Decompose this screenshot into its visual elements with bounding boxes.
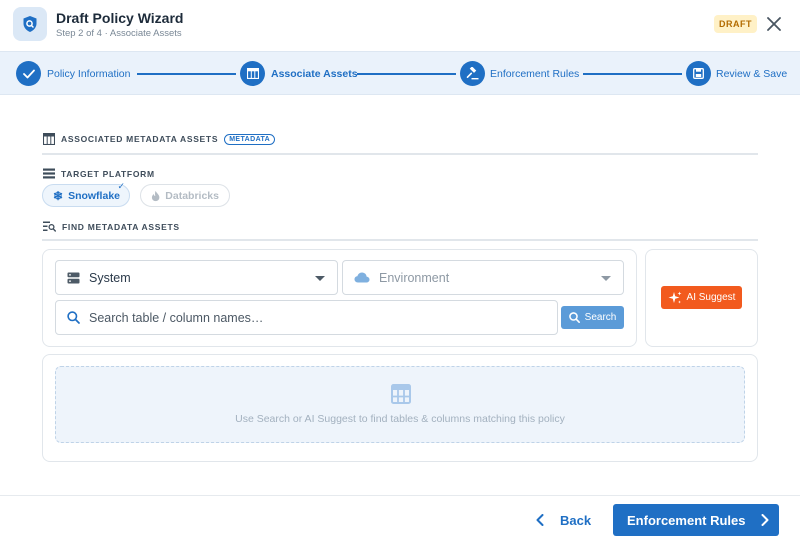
policy-shield-icon [13,7,47,41]
system-select-value: System [89,270,131,285]
environment-select-value: Environment [379,270,450,285]
flame-icon [151,190,160,201]
step-4-label[interactable]: Review & Save [716,68,787,80]
step-2-circle[interactable] [240,61,265,86]
status-badge: DRAFT [714,15,757,33]
save-icon [693,68,704,79]
step-3-circle[interactable] [460,61,485,86]
environment-select[interactable]: Environment [342,260,624,295]
section-divider [42,153,758,155]
step-2-label[interactable]: Associate Assets [271,68,358,80]
check-icon [22,69,35,78]
table-icon [391,384,411,404]
chevron-down-icon [315,276,325,281]
step-subtitle: Step 2 of 4 · Associate Assets [56,28,182,39]
close-icon [767,17,781,31]
search-icon [67,311,80,324]
close-button[interactable] [764,13,784,35]
search-list-icon [43,221,56,232]
next-step-button[interactable]: Enforcement Rules [613,504,779,536]
metadata-tag: METADATA [224,133,276,145]
search-button-label: Search [584,312,617,323]
platform-section-title: TARGET PLATFORM [61,168,155,179]
step-1-label[interactable]: Policy Information [47,68,130,80]
next-step-label: Enforcement Rules [627,512,746,528]
search-field[interactable] [55,300,558,335]
wizard-stepper: Policy Information Associate Assets Enfo… [0,51,800,95]
assets-section-header: ASSOCIATED METADATA ASSETS METADATA [43,133,276,145]
step-3-label[interactable]: Enforcement Rules [490,68,579,80]
chevron-right-icon [761,514,769,526]
server-icon [67,272,80,283]
gavel-icon [466,67,479,80]
chevron-down-icon [601,276,611,281]
step-connector [583,73,682,75]
platform-chip-snowflake[interactable]: ❄ Snowflake ✓ [42,181,130,207]
wizard-header: Draft Policy Wizard Step 2 of 4 · Associ… [0,0,800,51]
assets-section-title: ASSOCIATED METADATA ASSETS [61,134,219,144]
ai-suggest-label: AI Suggest [686,292,736,303]
platform-chip-databricks[interactable]: Databricks [140,184,230,207]
back-button-label: Back [560,512,592,528]
find-section-header: FIND METADATA ASSETS [43,221,180,232]
search-input[interactable] [89,310,529,325]
step-connector [357,73,456,75]
search-icon [568,312,580,323]
step-connector [137,73,236,75]
platform-chip-label: Snowflake [68,189,120,202]
system-select[interactable]: System [55,260,338,295]
platform-chip-label: Databricks [165,189,219,202]
back-button[interactable]: Back [536,509,591,531]
step-1-circle[interactable] [16,61,41,86]
step-4-circle[interactable] [686,61,711,86]
cloud-icon [354,272,370,283]
platform-section-header: TARGET PLATFORM [43,168,155,179]
chevron-left-icon [536,514,544,526]
table-icon [246,68,259,79]
sparkle-icon [668,291,682,303]
empty-results-state: Use Search or AI Suggest to find tables … [55,366,745,443]
empty-results-message: Use Search or AI Suggest to find tables … [235,413,565,425]
table-icon [43,133,55,145]
find-section-title: FIND METADATA ASSETS [62,221,180,232]
section-divider [42,239,758,241]
snowflake-icon: ❄ [53,188,64,203]
selected-check-icon: ✓ [117,181,125,191]
page-title: Draft Policy Wizard [56,10,184,26]
list-icon [43,168,55,179]
footer-divider [0,495,800,496]
ai-suggest-button[interactable]: AI Suggest [661,286,742,309]
search-button[interactable]: Search [561,306,624,329]
